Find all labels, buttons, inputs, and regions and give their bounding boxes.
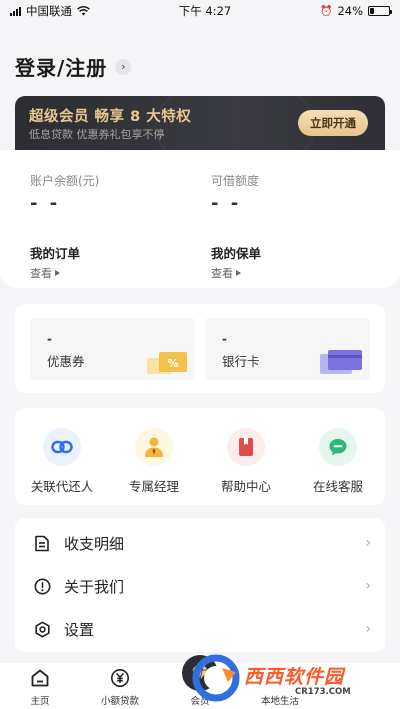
menu-item-transactions[interactable]: 收支明细 › bbox=[15, 523, 385, 563]
status-right: ⏰ 24% bbox=[319, 4, 392, 18]
clock-label: 下午 4:27 bbox=[178, 4, 232, 18]
vip-banner[interactable]: 超级会员 畅享 8 大特权 低息贷款 优惠券礼包享不停 立即开通 bbox=[15, 96, 385, 150]
tab-label: 主页 bbox=[30, 696, 50, 707]
tab-micro-loan[interactable]: 小额贷款 bbox=[80, 667, 160, 707]
tab-home[interactable]: 主页 bbox=[0, 667, 80, 707]
status-left: 中国联通 bbox=[10, 3, 90, 19]
help-book-icon bbox=[227, 428, 265, 466]
policies-view-label: 查看 bbox=[211, 267, 233, 280]
orders-view-label: 查看 bbox=[30, 267, 52, 280]
menu-item-settings[interactable]: 设置 › bbox=[15, 609, 385, 649]
tab-label: 小额贷款 bbox=[100, 696, 139, 707]
service-account-manager[interactable]: 专属经理 bbox=[108, 428, 200, 495]
watermark-brand: 西西软件园 bbox=[244, 666, 345, 688]
service-linked-repayer[interactable]: 关联代还人 bbox=[16, 428, 108, 495]
balance-value: - - bbox=[30, 193, 61, 214]
service-label: 在线客服 bbox=[312, 479, 363, 494]
my-orders-link[interactable]: 我的订单 查看 bbox=[30, 243, 80, 281]
menu-item-about[interactable]: 关于我们 › bbox=[15, 566, 385, 606]
wallet-card: - 优惠券 % - 银行卡 bbox=[15, 304, 385, 393]
login-title: 登录/注册 bbox=[15, 56, 108, 80]
coupon-entry[interactable]: - 优惠券 % bbox=[30, 318, 195, 380]
my-policies-link[interactable]: 我的保单 查看 bbox=[211, 243, 261, 281]
signal-icon bbox=[10, 6, 21, 16]
vip-subtitle: 低息贷款 优惠券礼包享不停 bbox=[29, 128, 165, 141]
chat-icon bbox=[319, 428, 357, 466]
services-card: 关联代还人 专属经理 帮助中心 在线客服 bbox=[15, 408, 385, 505]
orders-title: 我的订单 bbox=[30, 246, 81, 261]
chevron-right-icon: › bbox=[115, 58, 132, 75]
chevron-right-icon: › bbox=[365, 621, 371, 637]
wifi-icon bbox=[77, 6, 90, 16]
account-card: 账户余额(元) - - 可借额度 - - 我的订单 查看 我的保单 查看 bbox=[0, 150, 400, 288]
watermark-logo: 西西软件园 CR173.COM bbox=[182, 650, 392, 708]
battery-percent: 24% bbox=[337, 4, 363, 18]
triangle-right-icon bbox=[236, 270, 241, 276]
svg-text:%: % bbox=[167, 357, 178, 370]
chevron-right-icon: › bbox=[365, 578, 371, 594]
coupon-label: 优惠券 bbox=[47, 354, 85, 369]
coupon-count: - bbox=[47, 332, 52, 346]
policies-title: 我的保单 bbox=[211, 246, 262, 261]
triangle-right-icon bbox=[55, 270, 60, 276]
vip-title: 超级会员 畅享 8 大特权 bbox=[29, 109, 192, 125]
bank-card-icon bbox=[320, 350, 362, 374]
home-icon bbox=[29, 667, 51, 689]
menu-label: 设置 bbox=[64, 620, 95, 639]
bank-card-label: 银行卡 bbox=[222, 354, 260, 369]
chevron-right-icon: › bbox=[365, 535, 371, 551]
credit-section[interactable]: 可借额度 - - bbox=[211, 172, 259, 214]
link-icon bbox=[43, 428, 81, 466]
activate-vip-button[interactable]: 立即开通 bbox=[298, 110, 368, 136]
watermark-emblem-icon bbox=[192, 654, 240, 702]
menu-label: 关于我们 bbox=[64, 577, 125, 596]
service-online-support[interactable]: 在线客服 bbox=[292, 428, 384, 495]
service-label: 专属经理 bbox=[128, 479, 179, 494]
watermark-url: CR173.COM bbox=[292, 687, 354, 697]
menu-card: 收支明细 › 关于我们 › 设置 › bbox=[15, 518, 385, 652]
balance-label: 账户余额(元) bbox=[30, 174, 100, 188]
coupon-icon: % bbox=[147, 352, 187, 374]
credit-value: - - bbox=[211, 193, 242, 214]
manager-icon bbox=[135, 428, 173, 466]
balance-section[interactable]: 账户余额(元) - - bbox=[30, 172, 99, 214]
status-bar: 中国联通 下午 4:27 ⏰ 24% bbox=[0, 0, 400, 22]
settings-icon bbox=[33, 620, 51, 638]
service-label: 帮助中心 bbox=[220, 479, 271, 494]
alarm-icon: ⏰ bbox=[319, 5, 333, 17]
info-icon bbox=[33, 577, 51, 595]
login-register-link[interactable]: 登录/注册 › bbox=[15, 52, 132, 81]
service-label: 关联代还人 bbox=[30, 479, 94, 494]
bank-card-entry[interactable]: - 银行卡 bbox=[205, 318, 370, 380]
menu-label: 收支明细 bbox=[64, 534, 125, 553]
yen-icon bbox=[109, 667, 131, 689]
credit-label: 可借额度 bbox=[211, 174, 260, 188]
document-icon bbox=[33, 534, 51, 552]
bank-card-count: - bbox=[222, 332, 227, 346]
battery-icon bbox=[368, 6, 392, 16]
service-help-center[interactable]: 帮助中心 bbox=[200, 428, 292, 495]
carrier-label: 中国联通 bbox=[26, 4, 72, 18]
